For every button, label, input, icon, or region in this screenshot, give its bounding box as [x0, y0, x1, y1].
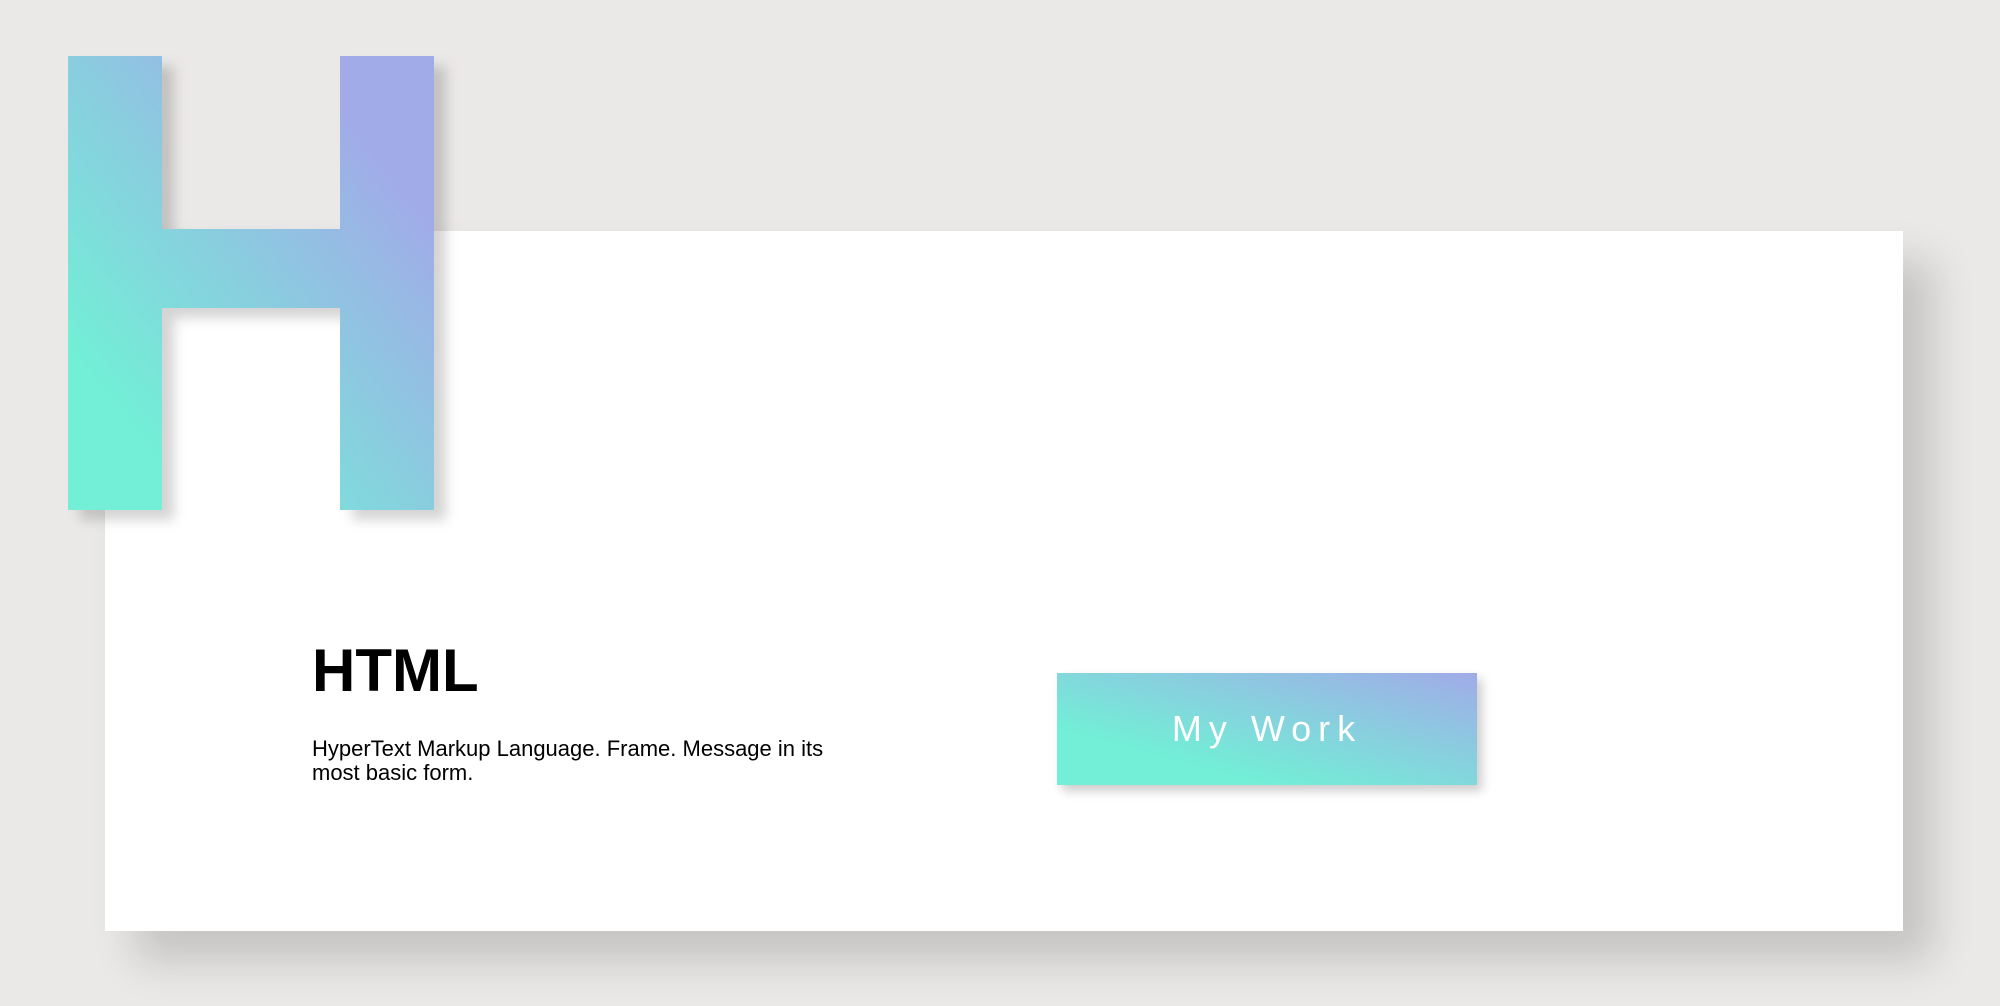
section-description: HyperText Markup Language. Frame. Messag…	[312, 736, 824, 785]
letter-h-graphic	[68, 56, 434, 510]
gradient-letter-h-icon	[68, 56, 434, 510]
text-block: HTML HyperText Markup Language. Frame. M…	[312, 641, 832, 785]
section-title: HTML	[312, 637, 479, 704]
my-work-button[interactable]: My Work	[1057, 673, 1477, 785]
letter-h-shape	[68, 56, 434, 510]
